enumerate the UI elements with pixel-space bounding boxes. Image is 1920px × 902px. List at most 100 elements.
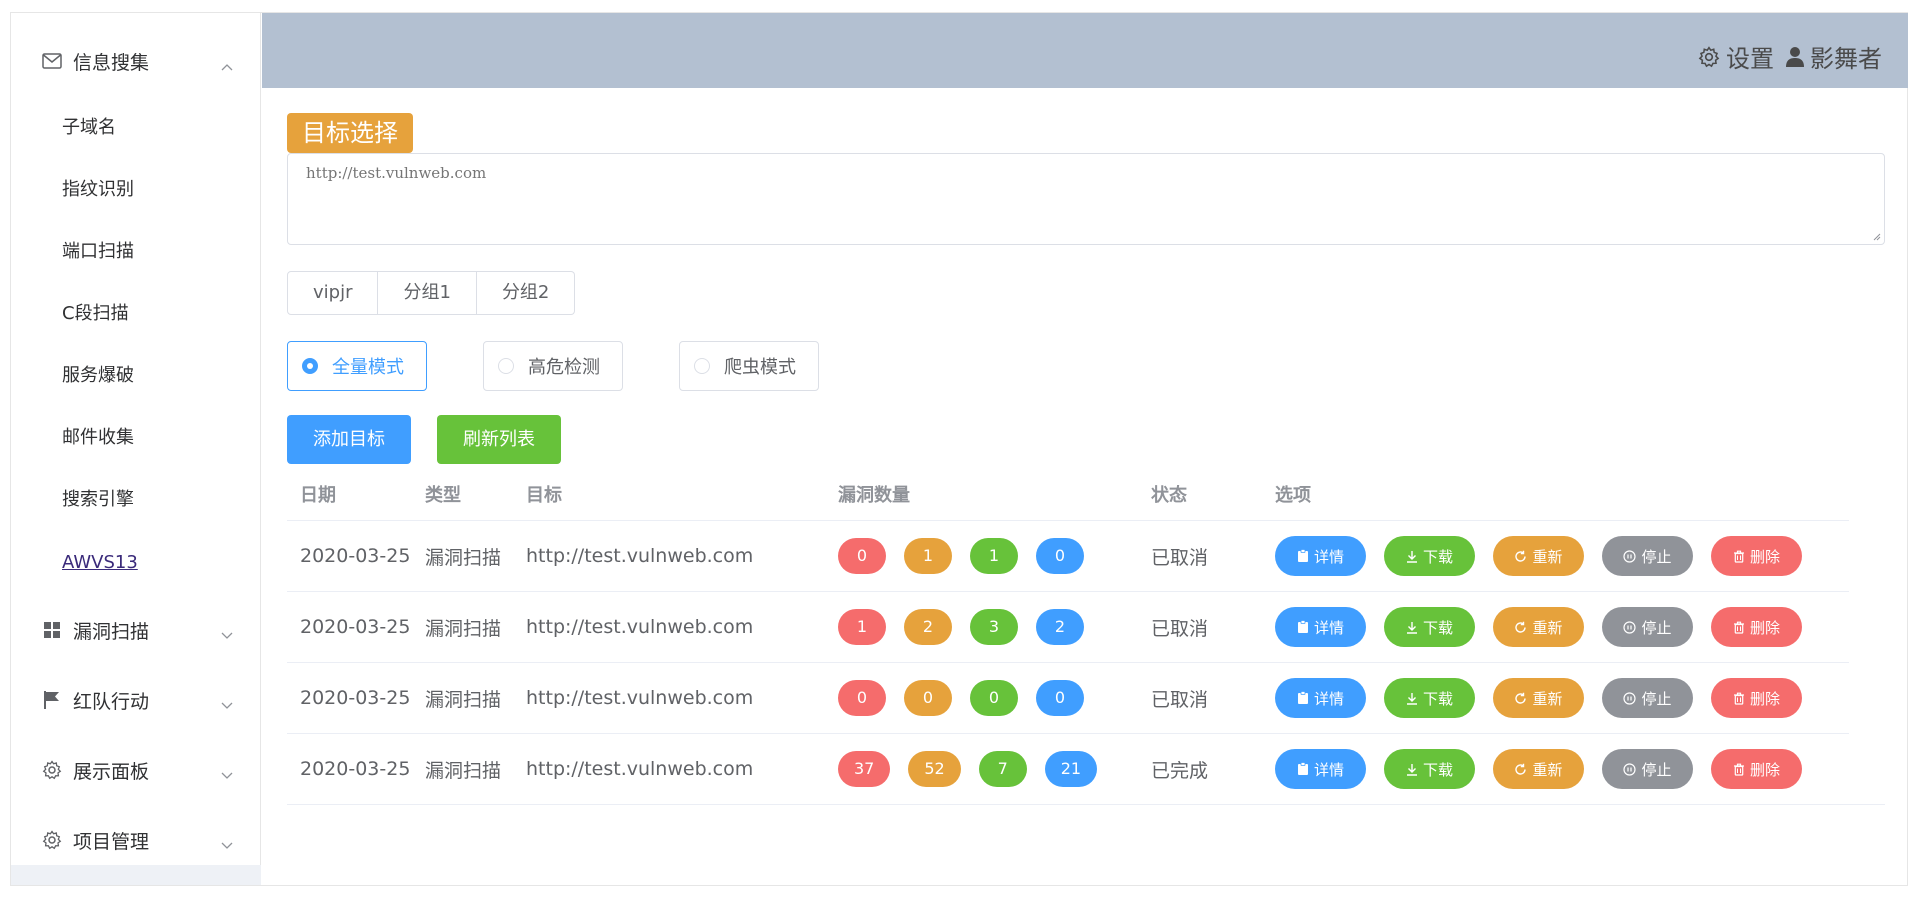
- menu-group-vuln-scan[interactable]: 漏洞扫描: [11, 595, 261, 665]
- delete-button[interactable]: 删除: [1711, 749, 1802, 789]
- detail-button[interactable]: 详情: [1275, 749, 1366, 789]
- chevron-down-icon: [221, 693, 233, 715]
- delete-button[interactable]: 删除: [1711, 536, 1802, 576]
- download-button[interactable]: 下载: [1384, 607, 1475, 647]
- user-icon: [1786, 46, 1804, 67]
- retry-button[interactable]: 重新: [1493, 678, 1584, 718]
- stop-button[interactable]: 停止: [1602, 678, 1693, 718]
- scan-table: 日期 类型 目标 漏洞数量 状态 选项 2020-03-25 漏洞扫描 http:/…: [287, 468, 1885, 805]
- target-input[interactable]: [287, 153, 1885, 245]
- table-header: 日期 类型 目标 漏洞数量 状态 选项: [287, 468, 1849, 521]
- download-label: 下载: [1422, 760, 1453, 779]
- mode-label: 爬虫模式: [724, 357, 796, 378]
- grid-icon: [41, 619, 63, 641]
- sidebar-item-port-scan[interactable]: 端口扫描: [11, 219, 261, 281]
- stop-button[interactable]: 停止: [1602, 536, 1693, 576]
- download-button[interactable]: 下载: [1384, 749, 1475, 789]
- main-content: 目标选择 vipjr 分组1 分组2 全量模式 高危检测 爬虫模式 添加目标 刷…: [262, 88, 1908, 886]
- vuln-count-badge: 0: [1036, 680, 1084, 716]
- sidebar-item-email-collect[interactable]: 邮件收集: [11, 405, 261, 467]
- mail-icon: [41, 50, 63, 72]
- cell-date: 2020-03-25: [300, 758, 411, 780]
- detail-label: 详情: [1313, 689, 1344, 708]
- cell-date: 2020-03-25: [300, 616, 411, 638]
- menu-group-red-team[interactable]: 红队行动: [11, 665, 261, 735]
- sidebar-item-search-engine[interactable]: 搜索引擎: [11, 467, 261, 529]
- clipboard-icon: [1297, 762, 1308, 775]
- delete-label: 删除: [1749, 689, 1780, 708]
- pause-icon: [1623, 620, 1637, 634]
- mode-radio-full[interactable]: 全量模式: [287, 341, 427, 391]
- sidebar-item-awvs13[interactable]: AWVS13: [11, 531, 261, 593]
- retry-label: 重新: [1532, 760, 1563, 779]
- detail-button[interactable]: 详情: [1275, 678, 1366, 718]
- cell-date: 2020-03-25: [300, 687, 411, 709]
- stop-button[interactable]: 停止: [1602, 607, 1693, 647]
- header-actions: 设置 影舞者: [1686, 39, 1882, 74]
- vuln-count-badge: 3: [970, 609, 1018, 645]
- sidebar-item-service-bruteforce[interactable]: 服务爆破: [11, 343, 261, 405]
- delete-label: 删除: [1749, 618, 1780, 637]
- group-tab-group2[interactable]: 分组2: [476, 271, 576, 315]
- cell-target: http://test.vulnweb.com: [526, 758, 754, 780]
- cell-type: 漏洞扫描: [425, 546, 502, 569]
- cell-ops: 详情 下载 重新 停止 删除: [1262, 678, 1849, 718]
- menu-group-label: 漏洞扫描: [73, 620, 150, 643]
- mode-radio-high-risk[interactable]: 高危检测: [483, 341, 623, 391]
- header-vulns: 漏洞数量: [838, 485, 910, 506]
- detail-label: 详情: [1313, 760, 1344, 779]
- header-status: 状态: [1151, 485, 1187, 506]
- cell-status: 已取消: [1151, 617, 1209, 640]
- retry-label: 重新: [1532, 689, 1563, 708]
- retry-button[interactable]: 重新: [1493, 749, 1584, 789]
- retry-button[interactable]: 重新: [1493, 607, 1584, 647]
- gear-icon: [1698, 45, 1720, 67]
- delete-button[interactable]: 删除: [1711, 678, 1802, 718]
- download-button[interactable]: 下载: [1384, 678, 1475, 718]
- vuln-count-badge: 2: [1036, 609, 1084, 645]
- delete-label: 删除: [1749, 760, 1780, 779]
- sidebar-item-subdomain[interactable]: 子域名: [11, 95, 261, 157]
- cell-vulns: 1232: [825, 609, 1138, 645]
- stop-button[interactable]: 停止: [1602, 749, 1693, 789]
- radio-circle: [498, 358, 514, 374]
- sidebar-item-c-segment-scan[interactable]: C段扫描: [11, 281, 261, 343]
- user-menu[interactable]: 影舞者: [1786, 39, 1882, 74]
- table-body: 2020-03-25 漏洞扫描 http://test.vulnweb.com 0 1 1…: [287, 521, 1885, 805]
- refresh-icon: [1515, 763, 1527, 775]
- clipboard-icon: [1297, 620, 1308, 633]
- stop-label: 停止: [1641, 618, 1672, 637]
- cell-target: http://test.vulnweb.com: [526, 687, 754, 709]
- group-tab-group1[interactable]: 分组1: [378, 271, 477, 315]
- retry-button[interactable]: 重新: [1493, 536, 1584, 576]
- chevron-down-icon: [221, 833, 233, 855]
- delete-button[interactable]: 删除: [1711, 607, 1802, 647]
- gear-icon: [41, 759, 63, 781]
- refresh-icon: [1515, 550, 1527, 562]
- menu-group-dashboard[interactable]: 展示面板: [11, 735, 261, 805]
- sidebar-footer: [11, 865, 261, 885]
- group-tab-vipjr[interactable]: vipjr: [287, 271, 379, 315]
- resize-handle-icon[interactable]: [1871, 231, 1881, 241]
- sidebar-item-fingerprint[interactable]: 指纹识别: [11, 157, 261, 219]
- mode-label: 全量模式: [332, 357, 404, 378]
- vuln-count-badge: 21: [1044, 751, 1098, 787]
- settings-button[interactable]: 设置: [1698, 39, 1774, 74]
- cell-status: 已取消: [1151, 546, 1209, 569]
- flag-icon: [41, 689, 63, 711]
- clipboard-icon: [1297, 691, 1308, 704]
- detail-button[interactable]: 详情: [1275, 607, 1366, 647]
- cell-target: http://test.vulnweb.com: [526, 616, 754, 638]
- menu-group-info-gathering[interactable]: 信息搜集: [11, 26, 261, 96]
- add-target-button[interactable]: 添加目标: [287, 415, 411, 464]
- vuln-count-badge: 1: [838, 609, 886, 645]
- trash-icon: [1733, 763, 1744, 776]
- download-button[interactable]: 下载: [1384, 536, 1475, 576]
- vuln-count-badge: 7: [978, 751, 1027, 787]
- header-type: 类型: [425, 485, 461, 506]
- group-selector: vipjr 分组1 分组2: [287, 271, 576, 315]
- mode-radio-crawler[interactable]: 爬虫模式: [679, 341, 819, 391]
- refresh-list-button[interactable]: 刷新列表: [437, 415, 561, 464]
- refresh-icon: [1515, 621, 1527, 633]
- detail-button[interactable]: 详情: [1275, 536, 1366, 576]
